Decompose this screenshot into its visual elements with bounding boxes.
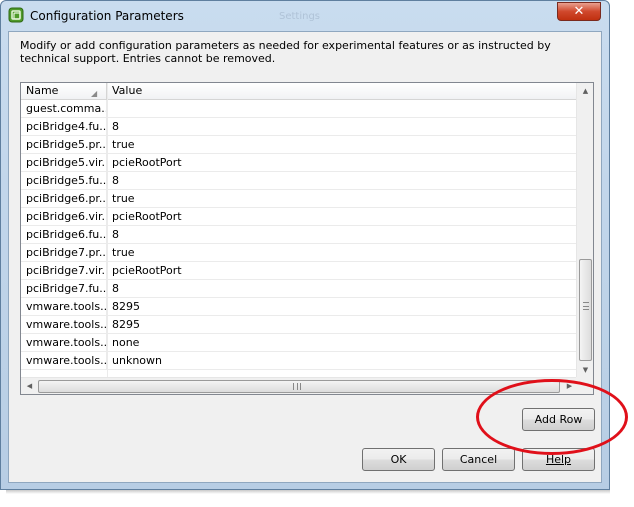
cell-name[interactable]: pciBridge7.pr... bbox=[21, 244, 107, 262]
cell-name[interactable]: guest.comma... bbox=[21, 100, 107, 118]
close-button[interactable]: ✕ bbox=[557, 2, 601, 21]
cell-value[interactable]: 8 bbox=[107, 226, 578, 244]
cell-value[interactable]: true bbox=[107, 244, 578, 262]
grid-header: Name ◢ Value bbox=[21, 83, 578, 100]
cell-name[interactable]: pciBridge7.vir... bbox=[21, 262, 107, 280]
cell-value[interactable]: pcieRootPort bbox=[107, 262, 578, 280]
cell-value[interactable]: pcieRootPort bbox=[107, 154, 578, 172]
cell-value[interactable]: true bbox=[107, 190, 578, 208]
cell-value[interactable] bbox=[107, 100, 578, 118]
cell-value[interactable]: pcieRootPort bbox=[107, 208, 578, 226]
scroll-left-icon[interactable]: ◀ bbox=[21, 378, 38, 394]
table-row[interactable]: pciBridge4.fu... 8 bbox=[21, 118, 578, 136]
parameters-grid[interactable]: Name ◢ Value guest.comma... pciBridge4.f… bbox=[20, 82, 594, 395]
cell-value[interactable]: 8 bbox=[107, 118, 578, 136]
table-row[interactable]: pciBridge7.vir... pcieRootPort bbox=[21, 262, 578, 280]
cancel-button[interactable]: Cancel bbox=[442, 448, 515, 471]
table-row[interactable]: pciBridge6.vir... pcieRootPort bbox=[21, 208, 578, 226]
table-row[interactable]: pciBridge7.pr... true bbox=[21, 244, 578, 262]
window-title: Configuration Parameters bbox=[30, 9, 184, 23]
cell-value[interactable]: none bbox=[107, 334, 578, 352]
table-row[interactable]: vmware.tools.... none bbox=[21, 334, 578, 352]
close-icon: ✕ bbox=[573, 4, 585, 19]
instructions-text: Modify or add configuration parameters a… bbox=[20, 39, 551, 65]
cell-value[interactable]: true bbox=[107, 136, 578, 154]
column-header-name-label: Name bbox=[26, 84, 59, 97]
cell-value[interactable]: 8 bbox=[107, 172, 578, 190]
column-header-value-label: Value bbox=[112, 84, 143, 97]
cell-name[interactable]: pciBridge4.fu... bbox=[21, 118, 107, 136]
column-header-name[interactable]: Name ◢ bbox=[21, 83, 107, 100]
table-row[interactable]: pciBridge7.fu... 8 bbox=[21, 280, 578, 298]
table-row[interactable]: pciBridge5.fu... 8 bbox=[21, 172, 578, 190]
cell-name[interactable]: pciBridge6.fu... bbox=[21, 226, 107, 244]
cell-name[interactable]: pciBridge5.vir... bbox=[21, 154, 107, 172]
table-row[interactable]: pciBridge6.fu... 8 bbox=[21, 226, 578, 244]
cell-value[interactable]: 8 bbox=[107, 280, 578, 298]
cell-value[interactable]: unknown bbox=[107, 352, 578, 370]
cell-name[interactable]: vmware.tools.... bbox=[21, 316, 107, 334]
grip-icon bbox=[583, 302, 589, 310]
title-bar[interactable]: Configuration Parameters Settings ✕ bbox=[1, 1, 609, 31]
cell-value[interactable]: 8295 bbox=[107, 298, 578, 316]
background-window-title: Settings bbox=[279, 11, 321, 22]
cell-value[interactable]: 8295 bbox=[107, 316, 578, 334]
vertical-scroll-thumb[interactable] bbox=[579, 259, 592, 361]
cell-name[interactable]: pciBridge5.fu... bbox=[21, 172, 107, 190]
annotation-highlight-circle bbox=[476, 379, 628, 455]
table-row[interactable]: guest.comma... bbox=[21, 100, 578, 118]
ok-button[interactable]: OK bbox=[362, 448, 435, 471]
cell-name[interactable]: vmware.tools.... bbox=[21, 334, 107, 352]
cell-name[interactable]: pciBridge5.pr... bbox=[21, 136, 107, 154]
table-row[interactable]: vmware.tools.... unknown bbox=[21, 352, 578, 370]
scroll-up-icon[interactable]: ▲ bbox=[577, 83, 593, 100]
window-shadow bbox=[6, 490, 610, 494]
grip-icon bbox=[293, 383, 301, 390]
table-row[interactable]: pciBridge5.pr... true bbox=[21, 136, 578, 154]
cell-name[interactable]: pciBridge7.fu... bbox=[21, 280, 107, 298]
cell-name[interactable]: pciBridge6.pr... bbox=[21, 190, 107, 208]
table-row[interactable]: vmware.tools.... 8295 bbox=[21, 316, 578, 334]
cell-name[interactable]: vmware.tools.... bbox=[21, 352, 107, 370]
horizontal-scroll-thumb[interactable] bbox=[38, 380, 560, 393]
cell-name[interactable]: vmware.tools.... bbox=[21, 298, 107, 316]
table-row[interactable]: pciBridge6.pr... true bbox=[21, 190, 578, 208]
vsphere-app-icon bbox=[8, 7, 24, 23]
table-row[interactable]: vmware.tools.... 8295 bbox=[21, 298, 578, 316]
grid-rows: guest.comma... pciBridge4.fu... 8 pciBrid… bbox=[21, 100, 578, 370]
vertical-scrollbar[interactable]: ▲ ▼ bbox=[576, 83, 593, 379]
column-header-value[interactable]: Value bbox=[107, 83, 578, 100]
table-row[interactable]: pciBridge5.vir... pcieRootPort bbox=[21, 154, 578, 172]
cell-name[interactable]: pciBridge6.vir... bbox=[21, 208, 107, 226]
